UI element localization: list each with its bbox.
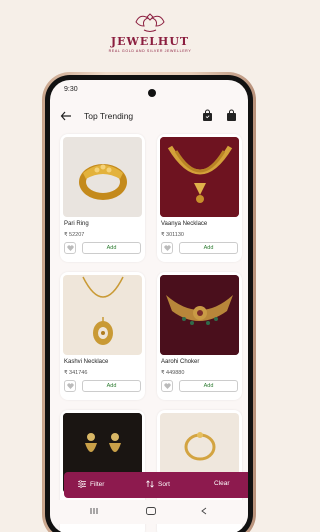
back-arrow-icon[interactable] — [60, 110, 72, 122]
wishlist-button[interactable] — [161, 380, 173, 392]
phone-frame: 9:30 Top Trending Pari Ring ₹ 52207 Add … — [42, 72, 256, 532]
product-image-necklace[interactable] — [160, 137, 239, 217]
product-image-choker[interactable] — [160, 275, 239, 355]
product-image-ring[interactable] — [63, 137, 142, 217]
product-name: Vaanya Necklace — [161, 221, 208, 227]
clear-button[interactable]: Clear — [214, 480, 230, 487]
home-icon[interactable] — [146, 507, 156, 515]
add-to-cart-button[interactable]: Add — [179, 380, 238, 392]
product-name: Pari Ring — [64, 221, 89, 227]
product-card[interactable]: Pari Ring ₹ 52207 Add — [60, 134, 145, 262]
brand-name: JEWELHUT — [110, 35, 190, 48]
status-time: 9:30 — [64, 86, 78, 93]
product-card[interactable]: Kashvi Necklace ₹ 341746 Add — [60, 272, 145, 400]
product-price: ₹ 301130 — [161, 232, 184, 238]
wishlist-button[interactable] — [64, 242, 76, 254]
heart-icon — [163, 383, 171, 389]
brand-tagline: REAL GOLD AND SILVER JEWELLERY — [108, 49, 192, 53]
heart-icon — [66, 245, 74, 251]
add-to-cart-button[interactable]: Add — [82, 242, 141, 254]
filter-icon — [78, 480, 86, 488]
front-camera — [148, 89, 156, 97]
heart-icon — [163, 245, 171, 251]
product-price: ₹ 52207 — [64, 232, 85, 238]
nav-back-icon[interactable] — [200, 507, 208, 515]
sort-button[interactable]: Sort — [146, 480, 170, 488]
app-screen: 9:30 Top Trending Pari Ring ₹ 52207 Add … — [50, 80, 248, 532]
wishlist-button[interactable] — [64, 380, 76, 392]
brand-header: JEWELHUT REAL GOLD AND SILVER JEWELLERY — [0, 10, 300, 53]
heart-icon — [66, 383, 74, 389]
filter-button[interactable]: Filter — [78, 480, 104, 488]
jewelhut-logo — [135, 13, 165, 32]
product-image-pendant[interactable] — [63, 275, 142, 355]
clear-label: Clear — [214, 480, 230, 487]
product-name: Aarohi Choker — [161, 359, 200, 365]
status-bar: 9:30 — [50, 80, 248, 102]
shopping-bag-icon[interactable] — [202, 109, 213, 122]
phone-bezel: 9:30 Top Trending Pari Ring ₹ 52207 Add … — [45, 75, 253, 532]
filter-label: Filter — [90, 480, 105, 488]
sort-icon — [146, 480, 154, 488]
product-name: Kashvi Necklace — [64, 359, 109, 365]
product-price: ₹ 449880 — [161, 370, 185, 376]
system-nav-bar — [50, 500, 248, 524]
app-bar: Top Trending — [50, 106, 248, 128]
page-title: Top Trending — [84, 111, 134, 121]
add-to-cart-button[interactable]: Add — [82, 380, 141, 392]
product-price: ₹ 341746 — [64, 370, 88, 376]
wishlist-button[interactable] — [161, 242, 173, 254]
add-to-cart-button[interactable]: Add — [179, 242, 238, 254]
sort-label: Sort — [158, 480, 170, 488]
filter-sort-bar: Filter Sort Clear — [64, 472, 248, 498]
recents-icon[interactable] — [90, 507, 98, 515]
product-card[interactable]: Vaanya Necklace ₹ 301130 Add — [157, 134, 242, 262]
product-card[interactable]: Aarohi Choker ₹ 449880 Add — [157, 272, 242, 400]
cart-bag-icon[interactable] — [226, 109, 237, 122]
